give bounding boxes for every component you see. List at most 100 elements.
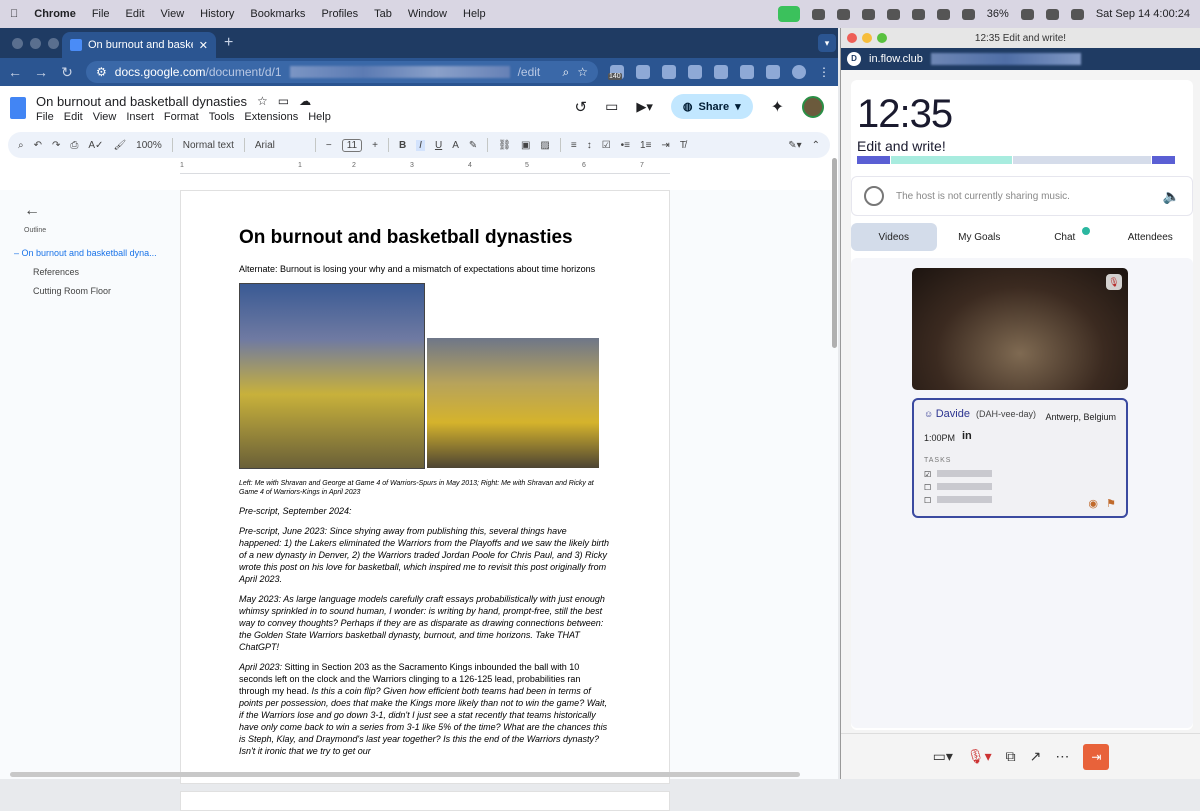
history-icon[interactable]: ↺ xyxy=(575,98,588,116)
docs-menu-insert[interactable]: Insert xyxy=(126,111,154,123)
camera-extension-icon[interactable] xyxy=(636,65,650,79)
bullet-list-icon[interactable]: •≡ xyxy=(621,140,630,151)
extension-icon-3[interactable] xyxy=(688,65,702,79)
comment-icon[interactable]: ▣ xyxy=(521,140,530,151)
vertical-scrollbar[interactable] xyxy=(832,158,837,348)
minimize-window-button[interactable] xyxy=(30,38,41,49)
bold-icon[interactable]: B xyxy=(399,140,406,151)
outline-item-title[interactable]: – On burnout and basketball dyna... xyxy=(14,248,157,258)
camera-icon[interactable]: ▭▾ xyxy=(933,748,953,765)
indent-icon[interactable]: ⇥ xyxy=(661,140,669,151)
browser-tab[interactable]: On burnout and basketball dy ✕ xyxy=(62,32,216,58)
self-video-feed[interactable]: 🎙 xyxy=(912,268,1128,390)
minimize-window-button[interactable] xyxy=(862,33,872,43)
avatar[interactable] xyxy=(802,95,824,118)
bookmark-star-icon[interactable]: ☆ xyxy=(577,65,588,79)
tab-chat[interactable]: Chat xyxy=(1022,223,1108,251)
menubar-item-tab[interactable]: Tab xyxy=(374,8,392,20)
leave-session-button[interactable]: ⇥ xyxy=(1083,743,1110,770)
cloud-saved-icon[interactable]: ☁ xyxy=(299,94,311,108)
docs-menu-extensions[interactable]: Extensions xyxy=(244,111,298,123)
move-folder-icon[interactable]: ▭ xyxy=(278,94,289,108)
increase-font-icon[interactable]: + xyxy=(372,140,378,151)
antenna-icon[interactable] xyxy=(936,8,950,20)
gemini-icon[interactable]: ✦ xyxy=(771,97,784,117)
comments-icon[interactable]: ▭ xyxy=(605,98,618,115)
menubar-item-profiles[interactable]: Profiles xyxy=(321,8,358,20)
profile-avatar-icon[interactable] xyxy=(792,65,806,79)
flag-icon[interactable]: ⚑ xyxy=(1106,497,1116,510)
image-icon[interactable]: ▨ xyxy=(540,140,549,151)
docs-menu-view[interactable]: View xyxy=(93,111,117,123)
menubar-app-name[interactable]: Chrome xyxy=(34,8,76,20)
align-icon[interactable]: ≡ xyxy=(571,140,577,151)
clear-format-icon[interactable]: T̸ xyxy=(680,140,686,151)
reload-icon[interactable]: ↻ xyxy=(60,64,74,81)
new-tab-button[interactable]: + xyxy=(224,34,233,52)
tab-attendees[interactable]: Attendees xyxy=(1108,223,1194,251)
close-window-button[interactable] xyxy=(847,33,857,43)
wifi-icon[interactable] xyxy=(1045,8,1059,20)
underline-icon[interactable]: U xyxy=(435,140,442,151)
apple-icon[interactable]:  xyxy=(10,8,18,20)
outline-item-cutting-room-floor[interactable]: Cutting Room Floor xyxy=(33,286,111,296)
menubar-item-help[interactable]: Help xyxy=(463,8,486,20)
site-info-icon[interactable]: ⚙ xyxy=(96,65,107,79)
menubar-item-file[interactable]: File xyxy=(92,8,110,20)
extension-icon[interactable]: 140 xyxy=(608,65,624,80)
bluetooth-icon[interactable] xyxy=(961,8,975,20)
document-title[interactable]: On burnout and basketball dynasties xyxy=(36,94,247,109)
link-icon[interactable]: ⛓ xyxy=(498,140,511,151)
docs-menu-edit[interactable]: Edit xyxy=(64,111,83,123)
spellcheck-icon[interactable]: A✓ xyxy=(88,140,103,151)
control-center-icon[interactable] xyxy=(1070,8,1084,20)
line-spacing-icon[interactable]: ↕ xyxy=(587,140,592,151)
horizontal-scrollbar[interactable] xyxy=(10,772,800,777)
docs-menu-file[interactable]: File xyxy=(36,111,54,123)
photo-warriors-kings[interactable] xyxy=(427,338,599,468)
meet-icon[interactable]: ▶▾ xyxy=(636,99,653,115)
font-size-input[interactable]: 11 xyxy=(341,138,363,152)
search-menus-icon[interactable]: ⌕ xyxy=(18,140,24,151)
tab-my-goals[interactable]: My Goals xyxy=(937,223,1023,251)
attendee-card[interactable]: ☺ Davide (DAH-vee-day) Antwerp, Belgium 1… xyxy=(912,398,1128,518)
zoom-window-button[interactable] xyxy=(48,38,59,49)
menubar-item-view[interactable]: View xyxy=(161,8,185,20)
menubar-item-history[interactable]: History xyxy=(200,8,234,20)
style-select[interactable]: Normal text xyxy=(183,140,234,151)
speaker-icon[interactable]: 🔈 xyxy=(1163,188,1180,205)
text-color-icon[interactable]: A xyxy=(452,140,459,151)
tab-close-icon[interactable]: ✕ xyxy=(199,39,208,52)
url-field[interactable]: ⚙ docs.google.com/document/d/1 /edit ⌕ ☆ xyxy=(86,61,598,83)
mic-muted-icon[interactable]: 🎙▾ xyxy=(967,748,992,765)
menubar-item-window[interactable]: Window xyxy=(408,8,447,20)
font-select[interactable]: Arial xyxy=(255,140,305,151)
highlight-icon[interactable]: ✎ xyxy=(469,140,477,151)
status-icon[interactable] xyxy=(836,8,850,20)
extension-icon-4[interactable] xyxy=(714,65,728,79)
editing-mode-icon[interactable]: ✎▾ xyxy=(788,140,801,151)
zoom-select[interactable]: 100% xyxy=(136,140,162,151)
back-arrow-icon[interactable]: ← xyxy=(24,202,40,220)
user-icon[interactable] xyxy=(911,8,925,20)
decrease-font-icon[interactable]: − xyxy=(326,140,332,151)
sidepanel-icon[interactable] xyxy=(766,65,780,79)
zoom-icon[interactable]: ⌕ xyxy=(563,65,570,80)
menubar-item-bookmarks[interactable]: Bookmarks xyxy=(250,8,305,20)
cross-icon[interactable] xyxy=(861,8,875,20)
numbered-list-icon[interactable]: 1≡ xyxy=(640,140,651,151)
redo-icon[interactable]: ↷ xyxy=(52,140,60,151)
bookmark-icon[interactable] xyxy=(811,8,825,20)
share-button[interactable]: ◍ Share ▾ xyxy=(670,94,753,119)
tab-search-button[interactable]: ▾ xyxy=(818,34,836,52)
menubar-clock[interactable]: Sat Sep 14 4:00:24 xyxy=(1096,8,1190,20)
extensions-puzzle-icon[interactable] xyxy=(740,65,754,79)
play-icon[interactable] xyxy=(886,8,900,20)
photo-warriors-spurs[interactable] xyxy=(239,283,425,469)
paint-format-icon[interactable]: 🖌 xyxy=(113,140,126,151)
italic-icon[interactable]: I xyxy=(416,139,425,151)
chrome-menu-icon[interactable]: ⋮ xyxy=(818,65,830,79)
eye-icon[interactable]: ◉ xyxy=(1088,497,1098,510)
collapse-toolbar-icon[interactable]: ⌃ xyxy=(812,140,820,151)
docs-menu-help[interactable]: Help xyxy=(308,111,331,123)
